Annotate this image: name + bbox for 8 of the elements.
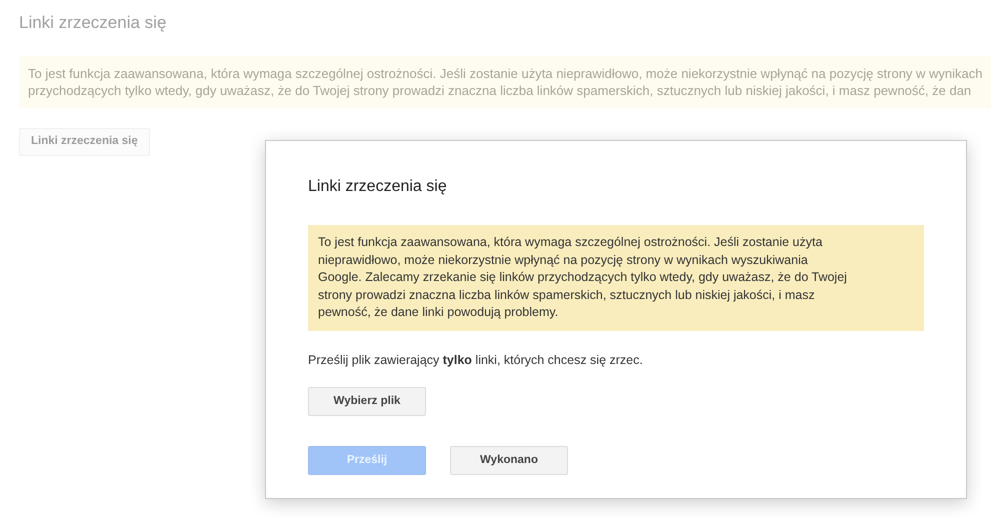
warning-text-line: To jest funkcja zaawansowana, która wymaga szczególnej ostrożności. Jeśli zostanie użyta nieprawidłowo, może niekorzystnie wpłynąć na pozycję strony w wynikach: [28, 64, 983, 82]
choose-file-button[interactable]: Wybierz plik: [308, 387, 426, 416]
warning-text-line: przychodzących tylko wtedy, gdy uważasz, że do Twojej strony prowadzi znaczna liczba linków spamerskich, sztucznych lub niskiej jakości, i masz pewność, że dan: [28, 82, 972, 98]
warning-message: To jest funkcja zaawansowana, która wymaga szczególnej ostrożności. Jeśli zostanie użyta nieprawidłowo, może niekorzystnie wpłynąć na pozycję strony w wynikach wyszukiwania Google. Zalecamy zrzekanie się linków przychodzących tylko wtedy, gdy uważasz, że do Twojej strony prowadzi znaczna liczba linków spamerskich, sztucznych lub niskiej jakości, i masz pewność, że dane linki powodują problemy.: [308, 225, 924, 330]
dialog-title: Linki zrzeczenia się: [308, 177, 447, 197]
done-button[interactable]: Wykonano: [450, 446, 568, 476]
instruction-text: Prześlij plik zawierający tylko linki, których chcesz się zrzec.: [308, 352, 643, 369]
page-title: Linki zrzeczenia się: [19, 12, 166, 34]
